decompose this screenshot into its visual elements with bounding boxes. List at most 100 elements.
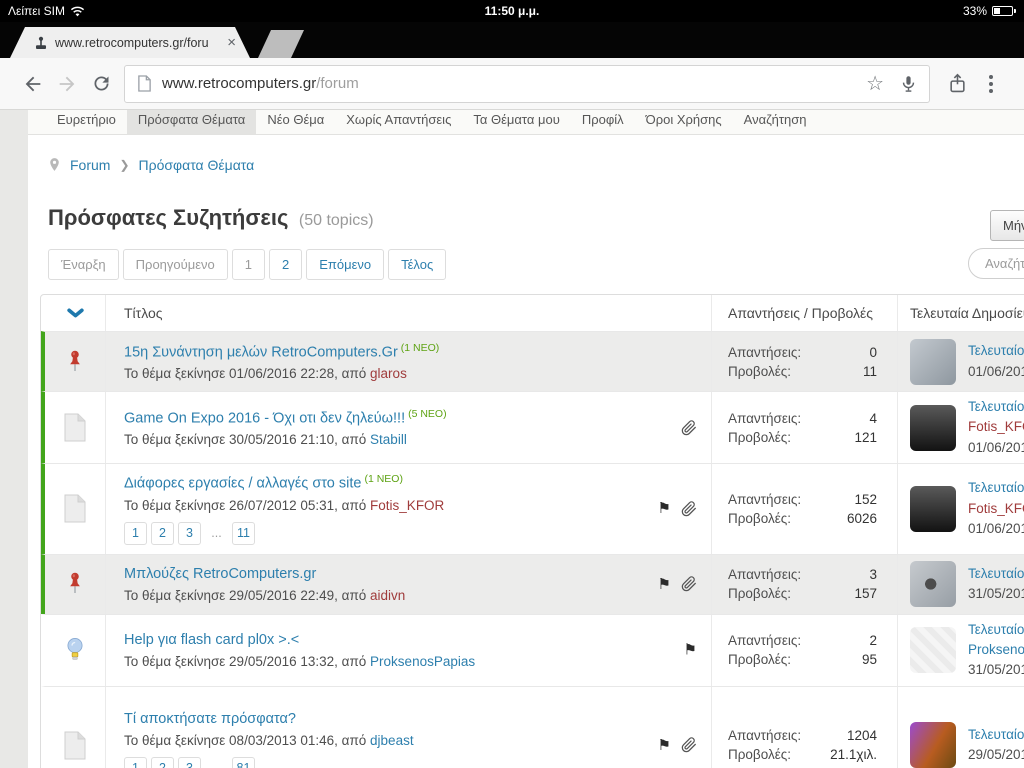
topic-started-text: Το θέμα ξεκίνησε 08/03/2013 01:46, από d…	[124, 732, 414, 748]
header-replies-views: Απαντήσεις / Προβολές	[711, 295, 897, 331]
new-badge: (1 ΝΕΟ)	[400, 341, 440, 354]
last-post-author-link[interactable]: Fotis_KFO	[968, 499, 1024, 519]
nav-item[interactable]: Όροι Χρήσης	[635, 110, 733, 134]
avatar[interactable]	[910, 485, 956, 532]
topic-author-link[interactable]: Stabill	[370, 432, 407, 447]
pagination-link[interactable]: Επόμενο	[306, 249, 385, 280]
topic-started-text: Το θέμα ξεκίνησε 01/06/2016 22:28, από g…	[124, 366, 407, 382]
file-icon	[63, 494, 87, 523]
views-count: 95	[861, 652, 877, 667]
topic-page-link[interactable]: 3	[178, 756, 201, 768]
pushpin-icon	[66, 349, 84, 375]
avatar[interactable]	[910, 404, 956, 451]
breadcrumb-separator: ❯	[119, 158, 130, 172]
nav-item[interactable]: Χωρίς Απαντήσεις	[335, 110, 462, 134]
message-button[interactable]: Μήν	[990, 210, 1024, 241]
nav-item[interactable]: Ευρετήριο	[46, 110, 127, 134]
paperclip-icon	[681, 419, 697, 436]
topic-started-text: Το θέμα ξεκίνησε 26/07/2012 05:31, από F…	[124, 497, 445, 513]
header-title: Τίτλος	[105, 295, 711, 331]
views-label: Προβολές:	[728, 747, 791, 762]
topic-row: Game On Expo 2016 - Όχι οτι δεν ζηλεύω!!…	[41, 391, 1024, 463]
topic-page-link[interactable]: 1	[124, 756, 147, 768]
breadcrumb-link-forum[interactable]: Forum	[70, 157, 110, 173]
pushpin-icon	[66, 571, 84, 597]
views-count: 157	[854, 586, 877, 601]
tab-close-icon[interactable]: ×	[227, 35, 236, 50]
url-path: /forum	[316, 75, 359, 92]
nav-item[interactable]: Νέο Θέμα	[256, 110, 335, 134]
topic-title-link[interactable]: Μπλούζες RetroComputers.gr	[124, 566, 316, 582]
last-post-link[interactable]: Τελευταίο	[968, 620, 1024, 640]
page-ellipsis: ...	[211, 526, 222, 540]
microphone-icon[interactable]	[900, 74, 917, 94]
topic-page-jumps: 1 2 3... 81	[124, 756, 651, 768]
nav-item[interactable]: Προφίλ	[571, 110, 635, 134]
nav-item[interactable]: Πρόσφατα Θέματα	[126, 110, 257, 134]
last-post-link[interactable]: Τελευταίο	[968, 725, 1024, 745]
battery-percent: 33%	[962, 4, 987, 18]
topic-page-link[interactable]: 11	[232, 521, 255, 545]
share-icon[interactable]	[940, 67, 974, 101]
menu-icon[interactable]	[974, 67, 1008, 101]
avatar[interactable]	[910, 338, 956, 385]
topic-title-link[interactable]: Τί αποκτήσατε πρόσφατα?	[124, 711, 296, 727]
last-post-link[interactable]: Τελευταίο	[968, 564, 1024, 584]
location-pin-icon	[48, 157, 61, 173]
replies-count: 152	[854, 491, 877, 507]
views-count: 6026	[846, 510, 877, 526]
status-bar: Λείπει SIM 11:50 μ.μ. 33%	[0, 0, 1024, 22]
pagination-link[interactable]: Τέλος	[388, 249, 447, 280]
topic-author-link[interactable]: ProksenosPapias	[370, 654, 475, 669]
bookmark-star-icon[interactable]: ☆	[866, 74, 884, 94]
new-tab-button[interactable]	[258, 30, 304, 58]
screen: Λείπει SIM 11:50 μ.μ. 33% www.retrocompu…	[0, 0, 1024, 768]
topic-page-link[interactable]: 2	[151, 521, 174, 545]
topic-page-link[interactable]: 81	[232, 756, 255, 768]
topic-title-link[interactable]: 15η Συνάντηση μελών RetroComputers.Gr	[124, 344, 398, 360]
nav-item[interactable]: Αναζήτηση	[733, 110, 818, 134]
avatar[interactable]	[910, 627, 956, 673]
last-post-author-link[interactable]: Prokseno	[968, 640, 1024, 660]
avatar[interactable]	[910, 561, 956, 607]
avatar[interactable]	[910, 722, 956, 768]
topic-page-link[interactable]: 3	[178, 521, 201, 545]
topic-author-link[interactable]: glaros	[370, 366, 407, 381]
topic-page-link[interactable]: 1	[124, 521, 147, 545]
flag-icon: ⚑	[657, 500, 671, 518]
nav-item[interactable]: Τα Θέματα μου	[462, 110, 570, 134]
search-input[interactable]: Αναζήτ	[968, 248, 1024, 279]
new-badge: (5 ΝΕΟ)	[408, 407, 447, 420]
pagination-disabled: Έναρξη	[48, 249, 119, 280]
topic-author-link[interactable]: djbeast	[370, 733, 414, 748]
replies-label: Απαντήσεις:	[728, 344, 802, 360]
last-post-author-link[interactable]: Fotis_KFO	[968, 417, 1024, 437]
back-button[interactable]	[16, 67, 50, 101]
lightbulb-icon	[65, 637, 85, 664]
topic-title-link[interactable]: Game On Expo 2016 - Όχι οτι δεν ζηλεύω!!…	[124, 410, 405, 426]
replies-count: 2	[869, 633, 877, 648]
topic-title-link[interactable]: Help για flash card pl0x >.<	[124, 632, 299, 648]
breadcrumb-link-recent[interactable]: Πρόσφατα Θέματα	[139, 157, 255, 173]
page-title: Πρόσφατες Συζητήσεις	[48, 205, 289, 230]
file-icon	[63, 413, 87, 442]
topic-row: Τί αποκτήσατε πρόσφατα? Το θέμα ξεκίνησε…	[41, 685, 1024, 768]
reload-button[interactable]	[84, 67, 118, 101]
views-label: Προβολές:	[728, 652, 791, 667]
topic-row: Μπλούζες RetroComputers.gr Το θέμα ξεκίν…	[41, 553, 1024, 614]
topic-author-link[interactable]: aidivn	[370, 588, 405, 603]
last-post-link[interactable]: Τελευταίο	[968, 478, 1024, 498]
pagination-link[interactable]: 2	[269, 249, 303, 280]
browser-tab[interactable]: www.retrocomputers.gr/foru ×	[10, 27, 250, 58]
topic-author-link[interactable]: Fotis_KFOR	[370, 498, 444, 513]
views-count: 21.1χιλ.	[830, 747, 877, 762]
url-text: www.retrocomputers.gr/forum	[162, 75, 359, 92]
replies-count: 1204	[846, 728, 877, 743]
url-bar[interactable]: www.retrocomputers.gr/forum ☆	[124, 64, 930, 103]
last-post-link[interactable]: Τελευταίο	[968, 397, 1024, 417]
last-post-link[interactable]: Τελευταίο	[968, 341, 1024, 361]
topic-page-link[interactable]: 2	[151, 756, 174, 768]
page-ellipsis: ...	[211, 761, 222, 768]
sort-chevron-icon[interactable]	[45, 308, 105, 319]
topic-title-link[interactable]: Διάφορες εργασίες / αλλαγές στο site	[124, 476, 361, 492]
